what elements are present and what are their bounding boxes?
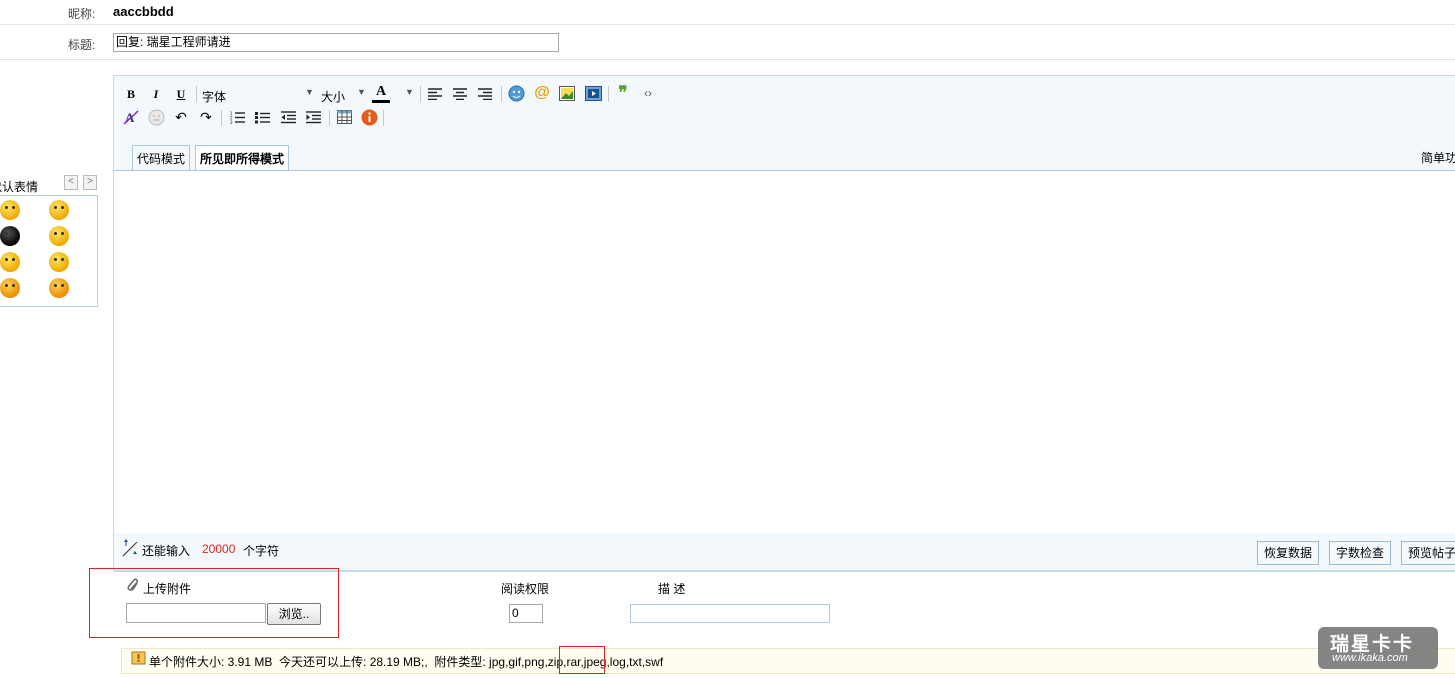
emoticon-next-button[interactable]: > — [83, 175, 97, 190]
ordered-list-button[interactable]: 123 — [227, 108, 247, 126]
emoticon-black-icon[interactable] — [0, 226, 20, 246]
emoticon-panel-title: 默认表情 — [0, 180, 39, 194]
quote-icon: ❞ — [618, 83, 628, 102]
bold-button[interactable]: B — [121, 85, 141, 103]
video-icon — [584, 85, 602, 101]
forecolor-swatch — [372, 100, 390, 103]
forecolor-button[interactable]: A — [370, 84, 392, 104]
remaining-count: 20000 — [202, 542, 236, 556]
toolbar-separator — [420, 86, 421, 102]
smiley-icon — [508, 85, 524, 101]
emoticon-smile-icon[interactable] — [0, 200, 20, 220]
code-button[interactable]: ‹› — [638, 84, 658, 102]
emoticon-grin-icon[interactable] — [0, 252, 20, 272]
disabled-smiley-icon — [148, 109, 164, 125]
nickname-value: aaccbbdd — [113, 4, 174, 19]
align-left-button[interactable] — [425, 85, 445, 103]
toolbar-separator — [383, 110, 384, 126]
toolbar-separator — [329, 110, 330, 126]
underline-button[interactable]: U — [171, 85, 191, 103]
toolbar-separator — [196, 86, 197, 102]
image-icon — [559, 85, 575, 101]
code-icon: ‹› — [644, 86, 652, 100]
simple-mode-link[interactable]: 简单功 — [1421, 149, 1455, 166]
remaining-prefix: 还能输入 — [142, 544, 191, 558]
toolbar-separator — [501, 86, 502, 102]
description-input[interactable] — [630, 604, 830, 623]
undo-icon: ↶ — [175, 108, 187, 125]
italic-button[interactable]: I — [146, 85, 166, 103]
align-center-button[interactable] — [450, 85, 470, 103]
remove-format-icon: A — [123, 110, 139, 125]
svg-text:3: 3 — [230, 120, 233, 124]
watermark-url: www.ikaka.com — [1332, 652, 1408, 664]
divider — [0, 59, 1455, 60]
redo-button[interactable]: ↷ — [196, 108, 216, 126]
unordered-list-icon — [254, 111, 270, 123]
editor-status-bar — [114, 533, 1455, 569]
notice-icon — [131, 650, 148, 666]
toolbar-separator — [608, 86, 609, 102]
remaining-suffix: 个字符 — [243, 544, 280, 558]
insert-table-button[interactable] — [334, 108, 354, 126]
size-select[interactable]: 大小 ▼ — [319, 86, 367, 104]
indent-icon — [305, 110, 321, 123]
highlight-box — [559, 646, 605, 674]
editor-content-area[interactable] — [114, 170, 1455, 534]
font-select[interactable]: 字体 ▼ — [200, 86, 315, 104]
unordered-list-button[interactable] — [252, 108, 272, 126]
divider — [0, 24, 1455, 25]
highlight-box — [89, 568, 339, 638]
word-count-button[interactable]: 字数检查 — [1329, 541, 1392, 565]
restore-data-button[interactable]: 恢复数据 — [1257, 541, 1320, 565]
outdent-icon — [280, 110, 296, 123]
align-center-icon — [453, 88, 467, 100]
tab-wysiwyg-mode[interactable]: 所见即所得模式 — [195, 145, 290, 171]
align-left-icon — [428, 88, 442, 100]
emoticon-button[interactable] — [506, 84, 526, 102]
align-right-button[interactable] — [475, 85, 495, 103]
title-input[interactable]: 回复: 瑞星工程师请进 — [113, 33, 559, 52]
forecolor-icon: A — [375, 84, 387, 99]
emoticon-love-icon[interactable] — [0, 278, 20, 298]
preview-post-button[interactable]: 预览帖子 — [1401, 541, 1455, 565]
emoticon-laugh-icon[interactable] — [49, 252, 69, 272]
indent-button[interactable] — [303, 108, 323, 126]
resize-handle[interactable] — [121, 538, 141, 558]
read-permission-input[interactable]: 0 — [509, 604, 543, 623]
table-icon — [336, 110, 352, 124]
nickname-label: 昵称: — [68, 7, 96, 21]
info-icon — [361, 109, 377, 125]
mention-button[interactable]: @ — [532, 84, 552, 102]
remove-format-button[interactable]: A — [121, 108, 141, 126]
chevron-down-icon: ▼ — [357, 87, 366, 97]
redo-icon: ↷ — [200, 108, 212, 125]
chevron-down-icon: ▼ — [305, 87, 314, 97]
insert-image-button[interactable] — [557, 84, 577, 102]
emoticon-kiss-icon[interactable] — [49, 278, 69, 298]
outdent-button[interactable] — [278, 108, 298, 126]
undo-button[interactable]: ↶ — [171, 108, 191, 126]
watermark-logo: 瑞星卡卡 www.ikaka.com — [1318, 627, 1438, 669]
emoticon-surprise-icon[interactable] — [49, 226, 69, 246]
read-permission-label: 阅读权限 — [501, 582, 550, 596]
at-icon: @ — [534, 84, 550, 101]
emoticon-shy-icon[interactable] — [49, 200, 69, 220]
toolbar-separator — [221, 110, 222, 126]
chevron-down-icon[interactable]: ▼ — [405, 87, 414, 97]
ordered-list-icon: 123 — [230, 111, 245, 124]
title-label: 标题: — [68, 38, 96, 52]
description-label: 描 述 — [658, 582, 686, 596]
info-button[interactable] — [359, 108, 379, 126]
align-right-icon — [478, 88, 492, 100]
emoticon-grid — [0, 195, 98, 307]
tab-code-mode[interactable]: 代码模式 — [132, 145, 191, 170]
size-select-label: 大小 — [321, 90, 346, 104]
font-select-label: 字体 — [202, 90, 227, 104]
disabled-emoticon-button[interactable] — [146, 108, 166, 126]
insert-media-button[interactable] — [583, 84, 603, 102]
resize-icon — [122, 539, 138, 557]
quote-button[interactable]: ❞ — [613, 83, 633, 102]
emoticon-prev-button[interactable]: < — [64, 175, 78, 190]
